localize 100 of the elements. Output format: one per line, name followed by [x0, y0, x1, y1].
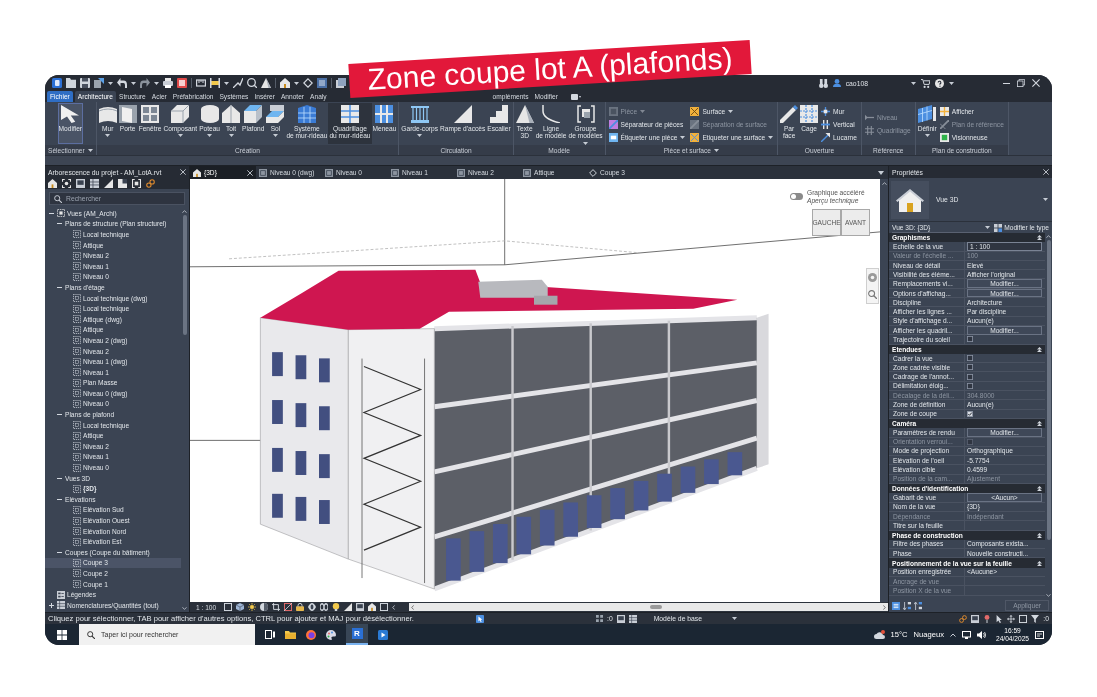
close-icon[interactable] [180, 169, 186, 175]
checkbox[interactable] [967, 382, 973, 389]
house-icon[interactable] [280, 78, 290, 88]
palette-icon[interactable] [326, 629, 336, 640]
vertical-scrollbar[interactable] [880, 179, 888, 602]
minus-icon[interactable] [57, 498, 62, 500]
slashed-frame-icon[interactable] [284, 603, 293, 611]
close-icon[interactable] [1043, 169, 1049, 175]
panel-icon[interactable] [118, 179, 127, 188]
wedge-icon[interactable] [344, 603, 353, 611]
bulb-icon[interactable] [332, 603, 341, 611]
caret-icon[interactable] [87, 148, 93, 152]
toggle-switch[interactable] [790, 193, 803, 201]
caret-icon[interactable] [911, 81, 916, 85]
chain-link-icon[interactable] [959, 614, 968, 623]
framed-square-icon[interactable] [177, 78, 187, 88]
help-icon[interactable] [935, 78, 944, 88]
caret-icon[interactable] [714, 148, 719, 152]
four-squares-icon[interactable] [596, 615, 603, 622]
taskbar-app-button[interactable]: R [346, 624, 368, 645]
sheet-icon[interactable] [76, 179, 85, 188]
minus-icon[interactable] [57, 414, 62, 416]
restore-icon[interactable] [1017, 79, 1025, 87]
redo-icon[interactable] [140, 78, 150, 88]
cursor-icon[interactable] [995, 614, 1004, 623]
glasses-icon[interactable] [320, 603, 329, 611]
minus-icon[interactable] [57, 477, 62, 479]
crop-icon[interactable] [272, 603, 281, 611]
play-tile-icon[interactable] [378, 629, 388, 640]
focus-icon[interactable] [62, 179, 71, 188]
eye-icon[interactable] [308, 603, 317, 611]
dimension-icon[interactable] [210, 78, 220, 88]
lock-icon[interactable] [296, 603, 305, 611]
close-icon[interactable] [247, 169, 253, 176]
task-view-icon[interactable] [265, 630, 275, 639]
cube-icon[interactable] [236, 603, 245, 611]
caret-icon[interactable] [878, 170, 884, 175]
panel-toggle-icon[interactable] [570, 93, 581, 100]
minus-icon[interactable] [57, 286, 62, 288]
chain-link-icon[interactable] [146, 179, 155, 188]
sheet-icon[interactable] [971, 614, 980, 623]
binoculars-icon[interactable] [818, 78, 828, 88]
print-icon[interactable] [163, 78, 173, 88]
speaker-icon[interactable] [977, 630, 986, 639]
horizontal-scrollbar[interactable] [409, 603, 888, 611]
open-folder-icon[interactable] [66, 78, 76, 88]
minus-icon[interactable] [57, 551, 62, 553]
page-corner-icon[interactable] [94, 78, 104, 88]
sheet-icon[interactable] [616, 614, 625, 623]
ring-icon[interactable] [868, 273, 877, 282]
checkbox[interactable] [967, 373, 973, 380]
save-icon[interactable] [80, 78, 90, 88]
minimize-icon[interactable] [1003, 82, 1010, 84]
sun-icon[interactable] [248, 603, 257, 611]
caret-icon[interactable] [294, 81, 299, 85]
note-icon[interactable] [1035, 630, 1044, 639]
circle-logo-icon[interactable] [306, 629, 316, 640]
checkbox[interactable] [967, 410, 973, 417]
sort-up-icon[interactable] [914, 601, 922, 610]
house-icon[interactable] [368, 603, 377, 611]
undo-icon[interactable] [117, 78, 127, 88]
lines-tile-icon[interactable] [317, 78, 327, 88]
checkbox[interactable] [967, 336, 973, 343]
chevron-left-icon[interactable] [392, 604, 396, 610]
windows-logo-icon[interactable] [57, 629, 67, 640]
ruler-icon[interactable] [196, 78, 206, 88]
diamond-icon[interactable] [303, 78, 313, 88]
overlapping-squares-icon[interactable] [336, 78, 346, 88]
user-icon[interactable] [832, 79, 841, 87]
caret-icon[interactable] [108, 81, 113, 85]
frame-icon[interactable] [1019, 614, 1028, 623]
vertical-scrollbar[interactable] [181, 208, 188, 612]
cart-icon[interactable] [921, 78, 930, 88]
sheet-icon[interactable] [356, 603, 365, 611]
table-icon[interactable] [628, 614, 637, 623]
move-arrows-icon[interactable] [1007, 614, 1016, 623]
app-logo-icon[interactable] [52, 78, 62, 88]
folder-icon[interactable] [285, 630, 296, 639]
plus-icon[interactable] [49, 602, 54, 608]
frame-icon[interactable] [380, 603, 389, 611]
bracket-icon[interactable] [132, 179, 141, 188]
caret-icon[interactable] [224, 81, 229, 85]
list-tile-icon[interactable] [892, 601, 900, 610]
caret-icon[interactable] [154, 81, 159, 85]
monitor-icon[interactable] [962, 630, 971, 639]
frame-icon[interactable] [224, 603, 233, 611]
pin-icon[interactable] [983, 614, 992, 623]
close-icon[interactable] [1032, 79, 1040, 87]
house-icon[interactable] [48, 179, 57, 188]
zigzag-line-icon[interactable] [233, 78, 243, 88]
sort-down-icon[interactable] [903, 601, 911, 610]
half-circle-icon[interactable] [260, 603, 269, 611]
chevron-up-icon[interactable] [950, 632, 956, 637]
triangle-icon[interactable] [261, 78, 271, 88]
wedge-icon[interactable] [104, 179, 113, 188]
caret-icon[interactable] [131, 81, 136, 85]
checkbox[interactable] [967, 364, 973, 371]
cursor-tile-icon[interactable] [476, 614, 484, 623]
minus-icon[interactable] [49, 212, 54, 214]
minus-icon[interactable] [57, 223, 62, 225]
